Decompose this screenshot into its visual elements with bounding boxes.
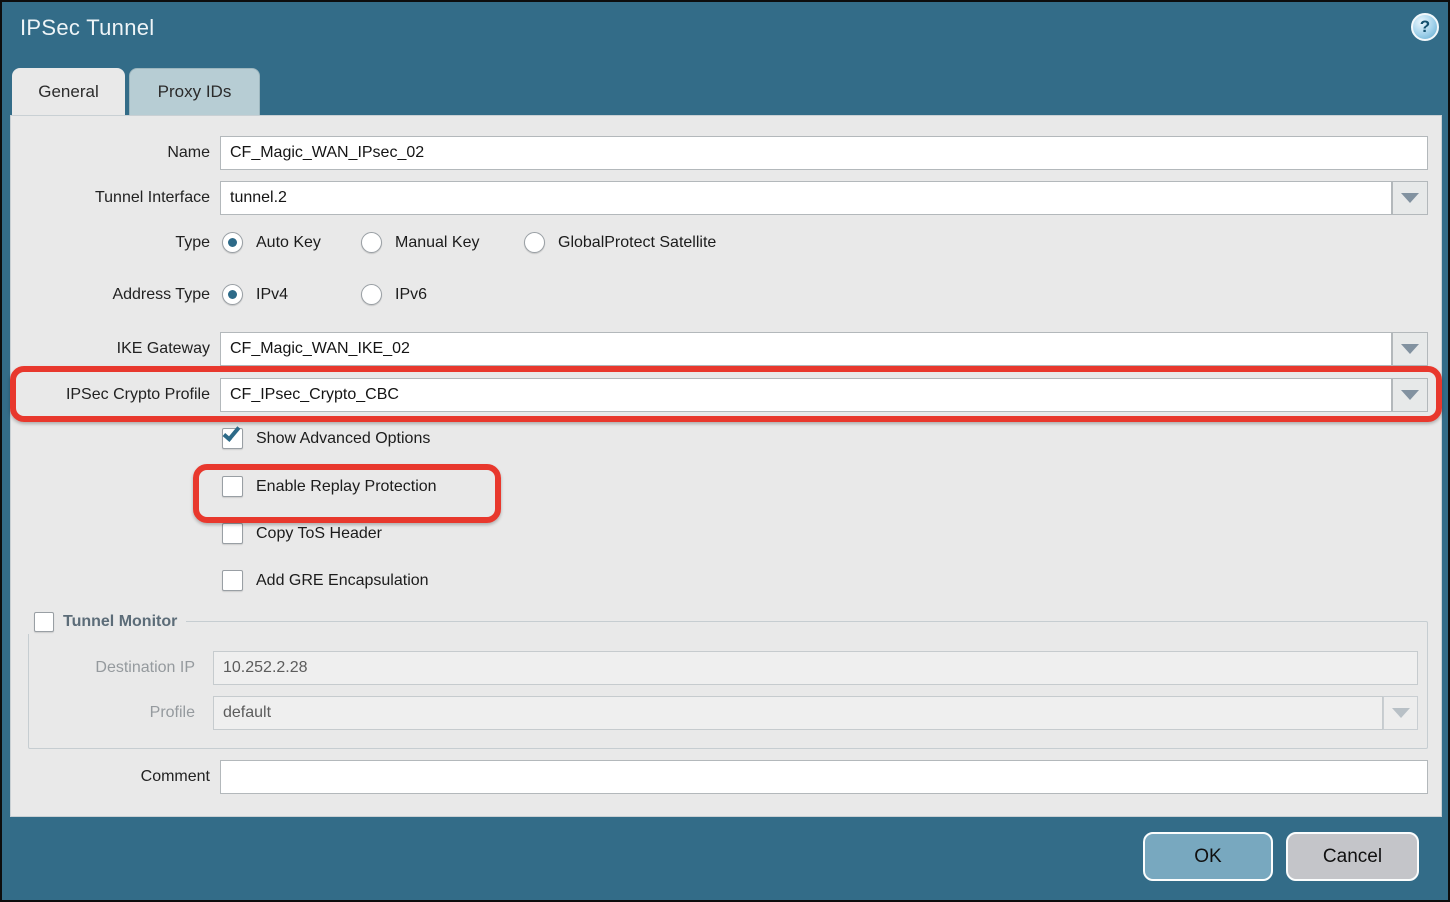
- tab-bar: General Proxy IDs: [12, 68, 260, 115]
- type-label: Type: [11, 228, 210, 258]
- checkmark-icon: [223, 423, 241, 442]
- destination-ip-label: Destination IP: [11, 651, 195, 685]
- radio-ipv6-label: IPv6: [395, 284, 427, 306]
- chevron-down-icon: [1401, 390, 1419, 400]
- profile-label: Profile: [11, 696, 195, 730]
- address-type-label: Address Type: [11, 280, 210, 310]
- destination-ip-input[interactable]: [213, 651, 1418, 685]
- profile-input[interactable]: [213, 696, 1383, 730]
- comment-label: Comment: [11, 760, 210, 794]
- ipsec-crypto-profile-input[interactable]: [220, 378, 1392, 412]
- chevron-down-icon: [1401, 193, 1419, 203]
- radio-manual-key[interactable]: [361, 232, 382, 253]
- ipsec-tunnel-dialog: IPSec Tunnel ? General Proxy IDs Name Tu…: [0, 0, 1450, 902]
- profile-dropdown-button[interactable]: [1383, 696, 1418, 730]
- dialog-title: IPSec Tunnel: [20, 15, 154, 41]
- checkbox-show-advanced-options-label: Show Advanced Options: [256, 428, 430, 450]
- tab-proxy-ids[interactable]: Proxy IDs: [129, 68, 260, 115]
- tunnel-monitor-legend: Tunnel Monitor: [25, 610, 186, 634]
- checkbox-copy-tos-header-label: Copy ToS Header: [256, 523, 382, 545]
- radio-globalprotect-satellite-label: GlobalProtect Satellite: [558, 232, 716, 254]
- tunnel-interface-dropdown-button[interactable]: [1392, 181, 1428, 215]
- radio-ipv4-label: IPv4: [256, 284, 288, 306]
- chevron-down-icon: [1392, 708, 1410, 718]
- chevron-down-icon: [1401, 344, 1419, 354]
- checkbox-enable-replay-protection[interactable]: [222, 476, 243, 497]
- checkbox-add-gre-encapsulation-label: Add GRE Encapsulation: [256, 570, 429, 592]
- checkbox-tunnel-monitor[interactable]: [34, 612, 54, 632]
- radio-globalprotect-satellite[interactable]: [524, 232, 545, 253]
- checkbox-show-advanced-options[interactable]: [222, 428, 243, 449]
- tunnel-interface-label: Tunnel Interface: [11, 181, 210, 215]
- tunnel-monitor-label: Tunnel Monitor: [63, 613, 177, 631]
- comment-input[interactable]: [220, 760, 1428, 794]
- ike-gateway-label: IKE Gateway: [11, 332, 210, 366]
- checkbox-add-gre-encapsulation[interactable]: [222, 570, 243, 591]
- tab-general[interactable]: General: [12, 68, 125, 115]
- radio-ipv6[interactable]: [361, 284, 382, 305]
- general-tab-panel: Name Tunnel Interface Type Auto Key Manu…: [10, 115, 1442, 817]
- ike-gateway-dropdown-button[interactable]: [1392, 332, 1428, 366]
- ike-gateway-input[interactable]: [220, 332, 1392, 366]
- ipsec-crypto-profile-label: IPSec Crypto Profile: [11, 378, 210, 412]
- ok-button[interactable]: OK: [1143, 832, 1273, 881]
- checkbox-copy-tos-header[interactable]: [222, 523, 243, 544]
- checkbox-enable-replay-protection-label: Enable Replay Protection: [256, 476, 437, 498]
- ipsec-crypto-profile-dropdown-button[interactable]: [1392, 378, 1428, 412]
- radio-auto-key[interactable]: [222, 232, 243, 253]
- radio-auto-key-label: Auto Key: [256, 232, 321, 254]
- tunnel-interface-input[interactable]: [220, 181, 1392, 215]
- radio-ipv4[interactable]: [222, 284, 243, 305]
- name-input[interactable]: [220, 136, 1428, 170]
- radio-manual-key-label: Manual Key: [395, 232, 480, 254]
- name-label: Name: [11, 136, 210, 170]
- cancel-button[interactable]: Cancel: [1286, 832, 1419, 881]
- help-icon[interactable]: ?: [1411, 13, 1439, 41]
